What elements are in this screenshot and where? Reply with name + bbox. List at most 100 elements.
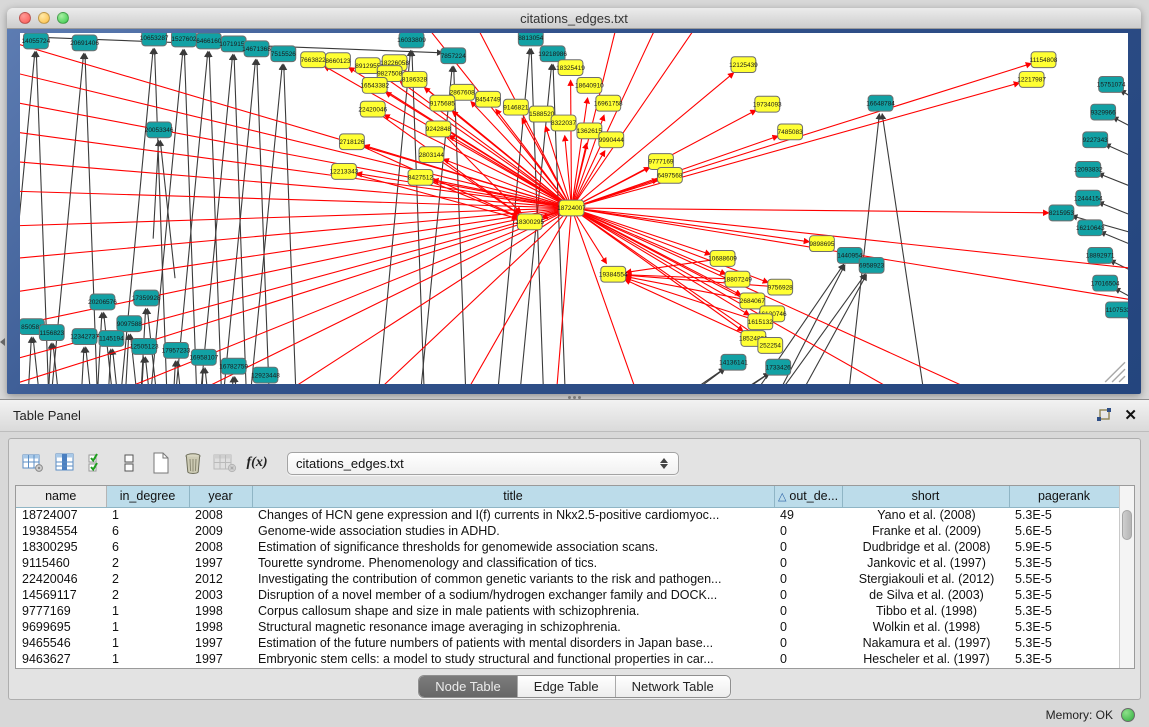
table-cell[interactable]: 19384554 <box>16 523 106 539</box>
tab-edge-table[interactable]: Edge Table <box>518 676 616 697</box>
table-row[interactable]: 1456911722003Disruption of a novel membe… <box>16 587 1119 603</box>
table-cell[interactable]: Hescheler et al. (1997) <box>842 651 1009 667</box>
table-cell[interactable]: 22420046 <box>16 571 106 587</box>
table-cell[interactable]: 6 <box>106 539 189 555</box>
table-cell[interactable]: 2 <box>106 587 189 603</box>
column-header-title[interactable]: title <box>252 486 774 507</box>
table-row[interactable]: 946362711997Embryonic stem cells: a mode… <box>16 651 1119 667</box>
select-columns-icon[interactable] <box>49 448 81 478</box>
table-cell[interactable]: Estimation of significance thresholds fo… <box>252 539 774 555</box>
table-cell[interactable]: 2 <box>106 555 189 571</box>
table-row[interactable]: 911546021997Tourette syndrome. Phenomeno… <box>16 555 1119 571</box>
table-cell[interactable]: 5.3E-5 <box>1009 587 1119 603</box>
table-cell[interactable]: Changes of HCN gene expression and I(f) … <box>252 507 774 523</box>
table-scrollbar[interactable] <box>1119 486 1134 668</box>
column-header-short[interactable]: short <box>842 486 1009 507</box>
zoom-window-button[interactable] <box>57 12 69 24</box>
table-cell[interactable]: 2008 <box>189 539 252 555</box>
close-panel-icon[interactable]: ✕ <box>1124 408 1137 423</box>
table-cell[interactable]: Tourette syndrome. Phenomenology and cla… <box>252 555 774 571</box>
table-row[interactable]: 1938455462009Genome-wide association stu… <box>16 523 1119 539</box>
table-cell[interactable]: 9699695 <box>16 619 106 635</box>
network-window-titlebar[interactable]: citations_edges.txt <box>7 8 1141 29</box>
citation-network-graph[interactable]: 1405572420691406106532871527602646616010… <box>20 33 1128 384</box>
table-cell[interactable]: 6 <box>106 523 189 539</box>
table-settings-icon[interactable] <box>17 448 49 478</box>
table-cell[interactable]: 1 <box>106 619 189 635</box>
table-cell[interactable]: Franke et al. (2009) <box>842 523 1009 539</box>
table-cell[interactable]: Nakamura et al. (1997) <box>842 635 1009 651</box>
table-cell[interactable]: Dudbridge et al. (2008) <box>842 539 1009 555</box>
table-row[interactable]: 946554611997Estimation of the future num… <box>16 635 1119 651</box>
table-cell[interactable]: Embryonic stem cells: a model to study s… <box>252 651 774 667</box>
column-header-outde[interactable]: △out_de... <box>774 486 842 507</box>
table-cell[interactable]: 0 <box>774 539 842 555</box>
table-cell[interactable]: 49 <box>774 507 842 523</box>
table-cell[interactable]: 1997 <box>189 635 252 651</box>
tab-network-table[interactable]: Network Table <box>616 676 730 697</box>
table-cell[interactable]: Stergiakouli et al. (2012) <box>842 571 1009 587</box>
network-view[interactable]: 1405572420691406106532871527602646616010… <box>20 33 1128 384</box>
table-cell[interactable]: 0 <box>774 587 842 603</box>
table-cell[interactable]: 0 <box>774 635 842 651</box>
table-row[interactable]: 1830029562008Estimation of significance … <box>16 539 1119 555</box>
table-cell[interactable]: 0 <box>774 555 842 571</box>
table-cell[interactable]: 5.3E-5 <box>1009 555 1119 571</box>
table-cell[interactable]: 5.9E-5 <box>1009 539 1119 555</box>
table-cell[interactable]: 18300295 <box>16 539 106 555</box>
minimize-window-button[interactable] <box>38 12 50 24</box>
table-cell[interactable]: Tibbo et al. (1998) <box>842 603 1009 619</box>
table-cell[interactable]: Corpus callosum shape and size in male p… <box>252 603 774 619</box>
new-table-icon[interactable] <box>145 448 177 478</box>
resize-grip-icon[interactable] <box>1112 369 1125 382</box>
column-header-pagerank[interactable]: pagerank <box>1009 486 1119 507</box>
left-collapse-arrow-icon[interactable] <box>0 338 5 346</box>
table-cell[interactable]: 1 <box>106 603 189 619</box>
table-cell[interactable]: 1997 <box>189 651 252 667</box>
table-row[interactable]: 969969511998Structural magnetic resonanc… <box>16 619 1119 635</box>
table-cell[interactable]: 9465546 <box>16 635 106 651</box>
function-builder-icon[interactable]: f(x) <box>241 448 273 478</box>
table-cell[interactable]: 5.6E-5 <box>1009 523 1119 539</box>
table-cell[interactable]: 2008 <box>189 507 252 523</box>
table-cell[interactable]: 5.3E-5 <box>1009 507 1119 523</box>
table-cell[interactable]: Disruption of a novel member of a sodium… <box>252 587 774 603</box>
table-cell[interactable]: 0 <box>774 619 842 635</box>
column-header-indegree[interactable]: in_degree <box>106 486 189 507</box>
table-cell[interactable]: Wolkin et al. (1998) <box>842 619 1009 635</box>
table-cell[interactable]: 14569117 <box>16 587 106 603</box>
table-cell[interactable]: 1998 <box>189 619 252 635</box>
table-cell[interactable]: 1 <box>106 635 189 651</box>
table-cell[interactable]: 5.5E-5 <box>1009 571 1119 587</box>
tab-node-table[interactable]: Node Table <box>419 676 518 697</box>
table-cell[interactable]: Genome-wide association studies in ADHD. <box>252 523 774 539</box>
table-cell[interactable]: 0 <box>774 603 842 619</box>
close-window-button[interactable] <box>19 12 31 24</box>
table-cell[interactable]: 1998 <box>189 603 252 619</box>
table-cell[interactable]: 2012 <box>189 571 252 587</box>
table-cell[interactable]: 9777169 <box>16 603 106 619</box>
table-cell[interactable]: 5.3E-5 <box>1009 651 1119 667</box>
table-source-combobox[interactable]: citations_edges.txt <box>287 452 679 475</box>
table-cell[interactable]: Jankovic et al. (1997) <box>842 555 1009 571</box>
column-header-year[interactable]: year <box>189 486 252 507</box>
table-cell[interactable]: 18724007 <box>16 507 106 523</box>
resize-grip-icon[interactable] <box>1119 376 1125 382</box>
table-cell[interactable]: 1 <box>106 651 189 667</box>
table-cell[interactable]: 9115460 <box>16 555 106 571</box>
delete-table-icon[interactable] <box>177 448 209 478</box>
table-scrollbar-thumb[interactable] <box>1122 510 1132 540</box>
table-row[interactable]: 977716911998Corpus callosum shape and si… <box>16 603 1119 619</box>
table-header-row[interactable]: namein_degreeyeartitle△out_de...shortpag… <box>16 486 1119 507</box>
table-row[interactable]: 1872400712008Changes of HCN gene express… <box>16 507 1119 523</box>
table-cell[interactable]: 5.3E-5 <box>1009 619 1119 635</box>
select-rows-check-icon[interactable] <box>81 448 113 478</box>
table-row[interactable]: 2242004622012Investigating the contribut… <box>16 571 1119 587</box>
table-cell[interactable]: 0 <box>774 651 842 667</box>
table-cell[interactable]: 5.3E-5 <box>1009 635 1119 651</box>
node-table-grid[interactable]: namein_degreeyeartitle△out_de...shortpag… <box>16 486 1119 667</box>
table-cell[interactable]: Investigating the contribution of common… <box>252 571 774 587</box>
table-cell[interactable]: Yano et al. (2008) <box>842 507 1009 523</box>
table-cell[interactable]: 9463627 <box>16 651 106 667</box>
table-cell[interactable]: 2 <box>106 571 189 587</box>
